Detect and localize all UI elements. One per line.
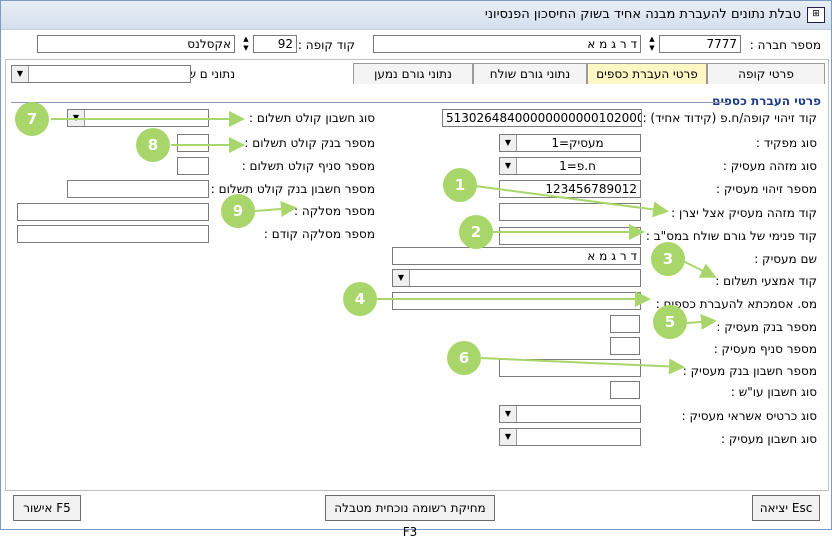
employer-branch-label: מספר סניף מעסיק :	[713, 342, 817, 356]
annotation-marker-6: 6	[447, 341, 481, 375]
employer-id-label: מספר זיהוי מעסיק :	[716, 182, 817, 196]
depositor-type-label: סוג מפקיד :	[755, 136, 817, 150]
payment-method-label: קוד אמצעי תשלום :	[715, 274, 817, 288]
chevron-down-icon[interactable]: ▼	[12, 66, 29, 82]
annotation-marker-8: 8	[136, 128, 170, 162]
tab-money-transfer[interactable]: פרטי העברת כספים	[587, 63, 707, 84]
fund-code-input[interactable]: 92	[253, 35, 297, 53]
delete-record-button[interactable]: מחיקת רשומה נוכחית מטבלה F3	[325, 495, 495, 539]
annotation-marker-4: 4	[343, 282, 377, 316]
annotation-marker-5: 5	[653, 305, 687, 339]
window-title: טבלת נתונים להעברת מבנה אחיד בשוק החיסכו…	[484, 7, 801, 22]
company-label: מספר חברה :	[749, 38, 821, 52]
employer-id-type-select[interactable]: ▼ 1=ח.פ	[499, 157, 641, 175]
employer-id-input[interactable]: 123456789012	[499, 180, 641, 198]
chevron-down-icon[interactable]: ▼	[500, 406, 517, 422]
sender-internal-code-label: קוד פנימי של גורם שולח במס"ב :	[645, 229, 817, 243]
fund-id-label: קוד זיהוי קופה/ח.פ (קידוד אחיד) :	[642, 111, 817, 125]
main-window: ⊞ טבלת נתונים להעברת מבנה אחיד בשוק החיס…	[0, 0, 832, 539]
annotation-marker-9: 9	[221, 194, 255, 228]
fund-label: קוד קופה :	[297, 38, 355, 52]
fund-spinner-icon[interactable]: ▲ ▼	[241, 35, 251, 53]
clearing-number-label: מספר מסלקה :	[294, 204, 375, 218]
checking-type-label: סוג חשבון עו"ש :	[730, 385, 817, 399]
recipient-account-type-select[interactable]: ▼	[67, 109, 209, 127]
recipient-account-type-label: סוג חשבון קולט תשלום :	[249, 111, 375, 125]
tab-sender-data[interactable]: נתוני גורם שולח	[473, 63, 587, 84]
exit-button[interactable]: יציאה Esc	[752, 495, 820, 521]
saved-data-select[interactable]: ▼	[11, 65, 191, 83]
tab-fund-details[interactable]: פרטי קופה	[707, 63, 825, 84]
chevron-down-icon[interactable]: ▼	[393, 270, 410, 286]
employer-producer-code-label: קוד מזהה מעסיק אצל יצרן :	[671, 206, 817, 220]
chevron-down-icon[interactable]: ▼	[68, 110, 85, 126]
annotation-marker-3: 3	[651, 242, 685, 276]
recipient-bank-label: מספר בנק קולט תשלום :	[244, 136, 375, 150]
employer-account-input[interactable]	[499, 359, 641, 377]
title-bar: ⊞ טבלת נתונים להעברת מבנה אחיד בשוק החיס…	[1, 1, 831, 30]
employer-account-type-select[interactable]: ▼	[499, 428, 641, 446]
fund-name-field: אקסלנס	[37, 35, 235, 53]
section-divider	[11, 102, 727, 103]
confirm-button[interactable]: אישור F5	[13, 495, 81, 521]
employer-branch-input[interactable]	[610, 337, 640, 355]
credit-card-type-label: סוג כרטיס אשראי מעסיק :	[681, 409, 817, 423]
employer-bank-input[interactable]	[610, 315, 640, 333]
previous-clearing-label: מספר מסלקה קודם :	[263, 227, 375, 241]
employer-producer-code-input[interactable]	[499, 203, 641, 221]
clearing-number-input[interactable]	[17, 203, 209, 221]
company-number-input[interactable]: 7777	[659, 35, 741, 53]
recipient-branch-input[interactable]	[177, 157, 209, 175]
payment-method-select[interactable]: ▼	[392, 269, 641, 287]
employer-id-type-label: סוג מזהה מעסיק :	[722, 159, 817, 173]
company-spinner-icon[interactable]: ▲ ▼	[647, 35, 657, 53]
checking-type-input[interactable]	[610, 381, 640, 399]
fund-id-input[interactable]: 513026484000000000001020000000	[442, 109, 642, 127]
employer-name-input[interactable]: ד ר ג מ א	[392, 247, 641, 265]
chevron-down-icon[interactable]: ▼	[500, 135, 517, 151]
sender-internal-code-input[interactable]	[499, 227, 641, 245]
employer-account-type-label: סוג חשבון מעסיק :	[721, 432, 817, 446]
annotation-marker-2: 2	[459, 215, 493, 249]
app-icon: ⊞	[807, 7, 825, 23]
tab-recipient-data[interactable]: נתוני גורם נמען	[353, 63, 473, 84]
company-name-field: ד ר ג מ א	[373, 35, 641, 53]
recipient-branch-label: מספר סניף קולט תשלום :	[241, 159, 375, 173]
employer-account-label: מספר חשבון בנק מעסיק :	[682, 364, 817, 378]
depositor-type-select[interactable]: ▼ 1=מעסיק	[499, 134, 641, 152]
employer-bank-label: מספר בנק מעסיק :	[716, 320, 817, 334]
previous-clearing-input[interactable]	[17, 225, 209, 243]
credit-card-type-select[interactable]: ▼	[499, 405, 641, 423]
recipient-bank-input[interactable]	[177, 134, 209, 152]
chevron-down-icon[interactable]: ▼	[500, 158, 517, 174]
section-title: פרטי העברת כספים	[712, 94, 821, 108]
annotation-marker-1: 1	[443, 168, 477, 202]
chevron-down-icon[interactable]: ▼	[500, 429, 517, 445]
employer-name-label: שם מעסיק :	[754, 252, 817, 266]
transfer-reference-input[interactable]	[392, 292, 641, 310]
recipient-account-input[interactable]	[67, 180, 209, 198]
annotation-marker-7: 7	[15, 102, 49, 136]
